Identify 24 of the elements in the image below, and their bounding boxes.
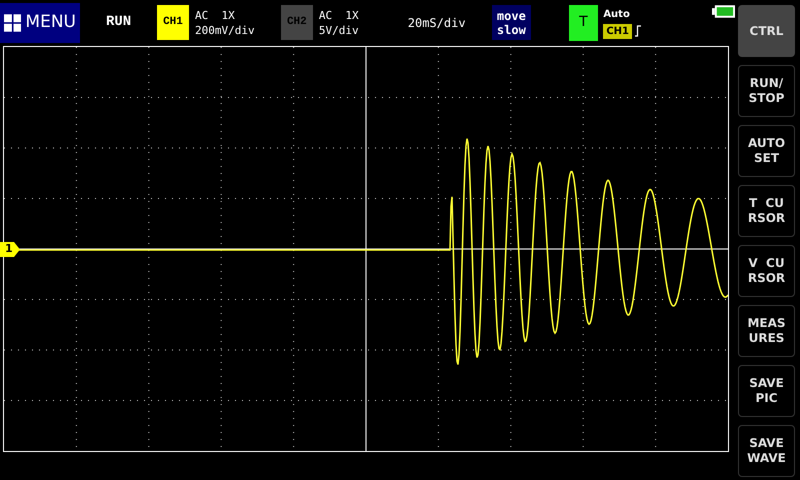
battery-icon [712,5,736,18]
side-button[interactable]: AUTO SET [738,125,795,177]
move-speed-button[interactable]: move slow [492,5,531,40]
grid-icon [4,12,22,34]
channel-marker[interactable]: 1 [0,242,20,257]
channel-coupling: AC 1X [318,8,359,22]
side-button[interactable]: RUN/ STOP [738,65,795,117]
trigger-source: CH1 [603,24,632,38]
trigger-mode: Auto [603,8,631,22]
channel-scale: 200mV/div [194,22,255,38]
side-button[interactable]: T CU RSOR [738,185,795,237]
channel-scale: 5V/div [318,22,359,38]
side-button[interactable]: CTRL [738,5,795,57]
rising-edge-icon [634,25,641,37]
trigger-badge[interactable]: T [568,4,598,40]
timebase: 20mS/div [408,14,467,32]
side-button[interactable]: V CU RSOR [738,245,795,297]
run-status: RUN [106,13,132,32]
channel-coupling: AC 1X [194,8,236,22]
channel-badge[interactable]: CH1 [156,5,189,40]
side-button[interactable]: MEAS URES [738,305,795,357]
side-button[interactable]: SAVE PIC [738,365,795,417]
side-button[interactable]: SAVE WAVE [738,425,795,477]
menu-button[interactable]: MENU [0,2,80,42]
